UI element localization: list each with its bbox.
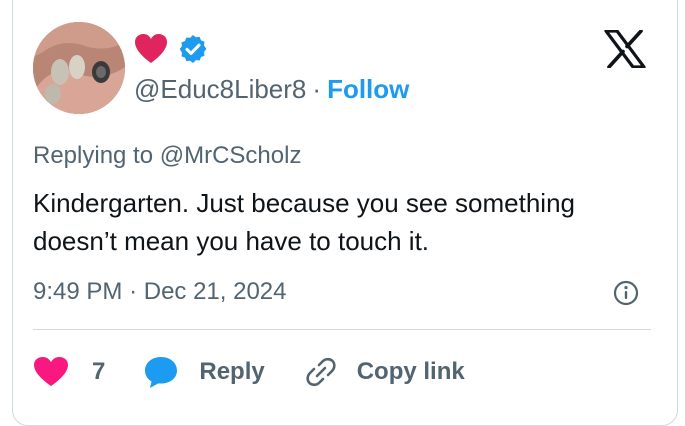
verified-badge-icon bbox=[177, 33, 209, 70]
x-logo-icon[interactable] bbox=[604, 29, 646, 73]
info-icon[interactable] bbox=[613, 280, 639, 311]
like-heart-icon bbox=[34, 357, 68, 386]
follow-button[interactable]: Follow bbox=[327, 74, 409, 104]
tweet-date: Dec 21, 2024 bbox=[143, 278, 287, 305]
link-chain-icon bbox=[306, 357, 336, 387]
reply-bubble-icon bbox=[145, 357, 178, 388]
like-button[interactable]: 7 bbox=[33, 356, 105, 388]
replying-to-text[interactable]: Replying to @MrCScholz bbox=[33, 140, 301, 172]
copy-link-button[interactable]: Copy link bbox=[305, 356, 465, 388]
red-heart-icon bbox=[134, 33, 168, 70]
copy-link-label: Copy link bbox=[356, 358, 465, 385]
avatar-image bbox=[33, 22, 125, 114]
timestamp-separator: · bbox=[129, 278, 138, 305]
divider bbox=[33, 329, 651, 330]
reply-label: Reply bbox=[199, 358, 265, 385]
tweet-time: 9:49 PM bbox=[33, 278, 123, 305]
author-row: @Educ8Liber8 · Follow bbox=[134, 72, 409, 106]
reply-button[interactable]: Reply bbox=[143, 355, 265, 389]
author-handle[interactable]: @Educ8Liber8 bbox=[134, 74, 306, 104]
timestamp-row[interactable]: 9:49 PM · Dec 21, 2024 bbox=[33, 275, 287, 309]
action-bar: 7 Reply Copy link bbox=[33, 350, 465, 394]
tweet-text: Kindergarten. Just because you see somet… bbox=[33, 188, 576, 256]
handle-separator: · bbox=[312, 74, 322, 104]
avatar[interactable] bbox=[33, 22, 125, 114]
like-count: 7 bbox=[92, 358, 106, 385]
